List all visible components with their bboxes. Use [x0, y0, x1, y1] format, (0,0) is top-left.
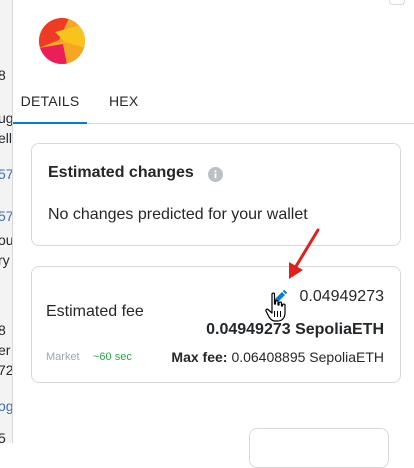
- background-page: 8 ug ell 57 57 ou ry 8 er 72 og 5: [0, 0, 12, 443]
- tab-bar: DETAILS HEX: [13, 80, 414, 124]
- info-icon[interactable]: [208, 167, 223, 182]
- estimated-fee-total: 0.04949273 SepoliaETH: [206, 321, 384, 338]
- tab-hex[interactable]: HEX: [109, 80, 138, 123]
- background-text: 5: [0, 430, 6, 443]
- background-text: ug: [0, 110, 12, 126]
- background-text: ry: [0, 252, 10, 268]
- max-fee-label: Max fee:: [171, 349, 228, 365]
- next-card-edge: [249, 428, 389, 468]
- background-text: er: [0, 342, 11, 358]
- estimated-changes-title: Estimated changes: [48, 164, 194, 181]
- background-text: 8: [0, 67, 6, 83]
- tab-details[interactable]: DETAILS: [13, 80, 87, 124]
- estimated-fee-card: Estimated fee 0.04949273 0.04949273 Sepo…: [31, 266, 401, 383]
- background-text: ou: [0, 232, 12, 248]
- no-changes-message: No changes predicted for your wallet: [48, 206, 308, 223]
- estimated-fee-amount: 0.04949273: [299, 288, 384, 305]
- background-text: ell: [0, 130, 12, 146]
- edit-gas-pencil-icon[interactable]: [270, 289, 288, 307]
- confirm-transaction-popup: DETAILS HEX Estimated changes No changes…: [12, 0, 414, 468]
- background-link-text[interactable]: 57: [0, 166, 12, 182]
- max-fee-value: 0.06408895 SepoliaETH: [231, 349, 384, 365]
- estimated-fee-label: Estimated fee: [46, 303, 144, 320]
- max-fee-row: Max fee: 0.06408895 SepoliaETH: [171, 349, 384, 365]
- background-link-text[interactable]: og: [0, 398, 12, 414]
- gas-speed-label: Market: [46, 351, 80, 363]
- background-link-text[interactable]: 57: [0, 208, 12, 224]
- background-text: 8: [0, 322, 6, 338]
- estimated-changes-card: Estimated changes No changes predicted f…: [31, 143, 401, 246]
- top-panel-corner: [389, 0, 405, 5]
- gas-speed-time: ~60 sec: [93, 351, 132, 363]
- account-avatar: [39, 18, 85, 64]
- background-text: 72: [0, 362, 12, 378]
